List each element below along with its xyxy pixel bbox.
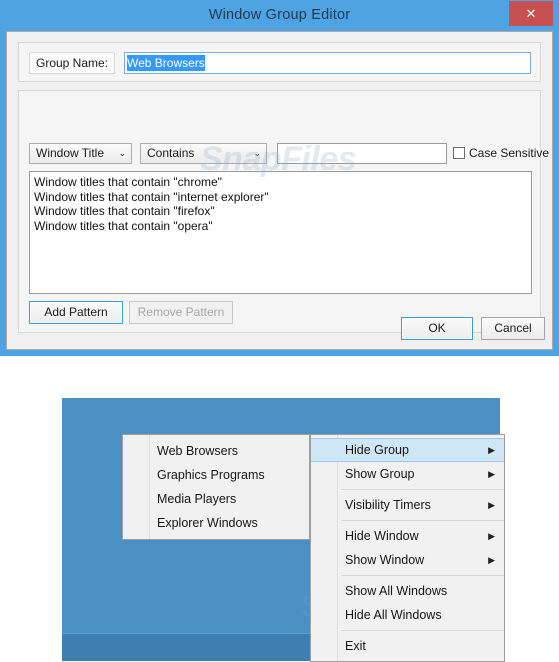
menu-separator xyxy=(341,489,504,490)
list-item[interactable]: Window titles that contain "firefox" xyxy=(34,204,527,219)
menu-item-hide-window[interactable]: Hide Window ▶ xyxy=(311,524,504,548)
pattern-text-input[interactable] xyxy=(277,143,447,164)
menu-item-hide-all-windows[interactable]: Hide All Windows xyxy=(311,603,504,627)
menu-item-show-all-windows[interactable]: Show All Windows xyxy=(311,579,504,603)
menu-item-label: Visibility Timers xyxy=(345,498,431,512)
menu-item-explorer-windows[interactable]: Explorer Windows xyxy=(123,511,309,535)
dialog-title: Window Group Editor xyxy=(208,7,351,23)
menu-item-web-browsers[interactable]: Web Browsers xyxy=(123,439,309,463)
operator-select-value: Contains xyxy=(147,146,195,160)
checkbox-icon xyxy=(453,147,465,159)
window-group-editor-dialog: Window Group Editor ✕ Group Name: Web Br… xyxy=(0,0,559,356)
field-select[interactable]: Window Title ⌄ xyxy=(29,143,132,164)
menu-item-graphics-programs[interactable]: Graphics Programs xyxy=(123,463,309,487)
menu-item-label: Show Window xyxy=(345,553,425,567)
menu-item-visibility-timers[interactable]: Visibility Timers ▶ xyxy=(311,493,504,517)
chevron-down-icon: ⌄ xyxy=(118,148,126,158)
pattern-list[interactable]: Window titles that contain "chrome" Wind… xyxy=(29,171,532,294)
ok-button[interactable]: OK xyxy=(401,317,473,340)
menu-item-label: Exit xyxy=(345,639,366,653)
chevron-right-icon: ▶ xyxy=(488,469,495,479)
cancel-button[interactable]: Cancel xyxy=(481,317,545,340)
menu-item-label: Hide All Windows xyxy=(345,608,442,622)
add-pattern-button[interactable]: Add Pattern xyxy=(29,301,123,324)
close-icon[interactable]: ✕ xyxy=(509,1,553,26)
menu-separator xyxy=(341,575,504,576)
chevron-right-icon: ▶ xyxy=(488,555,495,565)
chevron-right-icon: ▶ xyxy=(488,500,495,510)
group-submenu: Web Browsers Graphics Programs Media Pla… xyxy=(122,434,310,540)
menu-separator xyxy=(341,520,504,521)
group-name-label: Group Name: xyxy=(29,52,115,74)
menu-item-label: Show Group xyxy=(345,467,415,481)
dialog-titlebar[interactable]: Window Group Editor ✕ xyxy=(0,0,559,31)
chevron-right-icon: ▶ xyxy=(488,445,495,455)
patterns-section: Window Title ⌄ Contains ⌄ Case Sensitive… xyxy=(18,90,549,333)
list-item[interactable]: Window titles that contain "internet exp… xyxy=(34,190,527,205)
menu-item-media-players[interactable]: Media Players xyxy=(123,487,309,511)
menu-item-label: Hide Group xyxy=(345,443,409,457)
case-sensitive-label: Case Sensitive xyxy=(469,146,550,160)
chevron-down-icon: ⌄ xyxy=(253,148,261,158)
list-item[interactable]: Window titles that contain "opera" xyxy=(34,219,527,234)
menu-item-hide-group[interactable]: Hide Group ▶ xyxy=(311,438,504,462)
group-name-value: Web Browsers xyxy=(127,55,205,71)
chevron-right-icon: ▶ xyxy=(488,531,495,541)
menu-item-show-group[interactable]: Show Group ▶ xyxy=(311,462,504,486)
menu-separator xyxy=(341,630,504,631)
menu-item-label: Hide Window xyxy=(345,529,419,543)
menu-item-show-window[interactable]: Show Window ▶ xyxy=(311,548,504,572)
case-sensitive-checkbox[interactable]: Case Sensitive xyxy=(453,143,549,164)
remove-pattern-button: Remove Pattern xyxy=(129,301,233,324)
list-item[interactable]: Window titles that contain "chrome" xyxy=(34,175,527,190)
operator-select[interactable]: Contains ⌄ xyxy=(140,143,267,164)
dialog-body: Group Name: Web Browsers Window Title ⌄ … xyxy=(6,31,553,350)
field-select-value: Window Title xyxy=(36,146,105,160)
menu-item-label: Show All Windows xyxy=(345,584,448,598)
group-name-section: Group Name: Web Browsers xyxy=(18,42,541,82)
tray-context-menu: Hide Group ▶ Show Group ▶ Visibility Tim… xyxy=(310,434,505,662)
menu-item-exit[interactable]: Exit xyxy=(311,634,504,658)
group-name-input[interactable]: Web Browsers xyxy=(124,52,531,74)
